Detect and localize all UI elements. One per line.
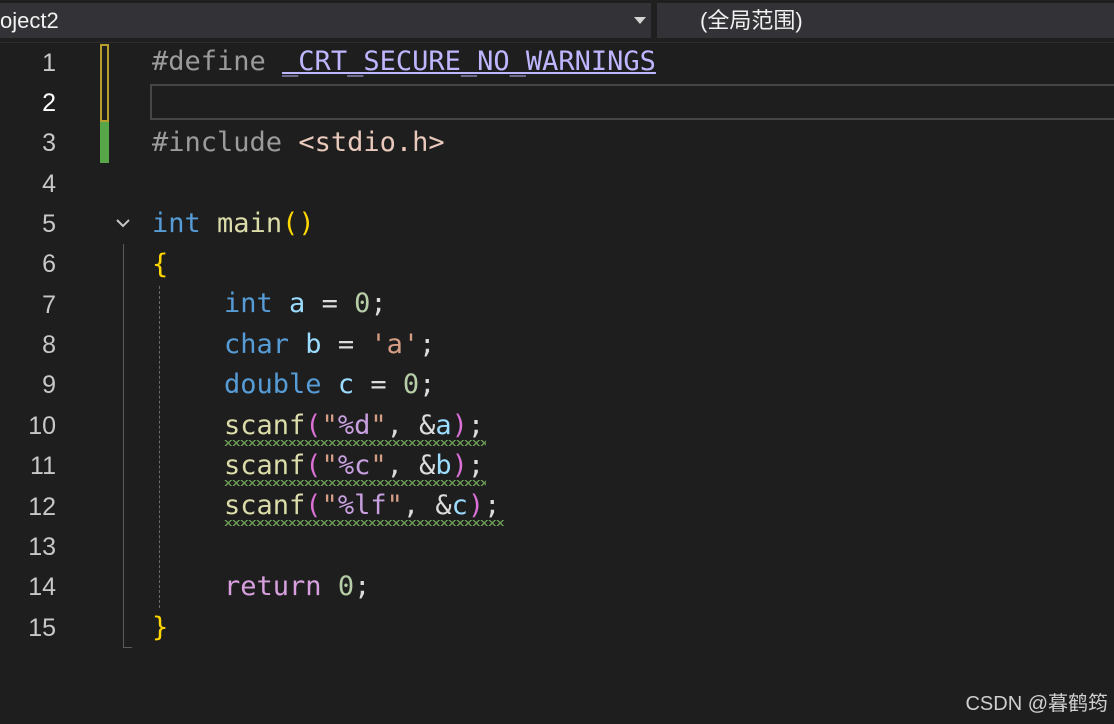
function-call: scanf bbox=[224, 450, 306, 481]
code-line-7[interactable]: int a = 0; bbox=[224, 284, 387, 324]
line-number: 9 bbox=[42, 371, 56, 399]
keyword: int bbox=[152, 208, 201, 239]
variable: c bbox=[337, 369, 355, 400]
navigation-bar: oject2 (全局范围) bbox=[0, 0, 1114, 43]
line-number: 12 bbox=[28, 493, 56, 521]
code-line-5[interactable]: int main() bbox=[152, 204, 315, 244]
number-literal: 0 bbox=[354, 288, 371, 319]
line-number: 10 bbox=[28, 412, 56, 440]
line-number: 4 bbox=[42, 170, 56, 198]
line-number: 11 bbox=[30, 452, 56, 480]
keyword: double bbox=[224, 369, 322, 400]
format-specifier: %lf bbox=[337, 490, 387, 521]
outline-guide bbox=[123, 244, 124, 648]
function-name: main bbox=[217, 208, 283, 239]
collapse-chevron-icon[interactable] bbox=[114, 214, 132, 232]
operator: = bbox=[321, 329, 371, 360]
operator: = bbox=[354, 369, 403, 400]
format-specifier: %c bbox=[337, 450, 371, 481]
string-quote: " bbox=[321, 490, 338, 521]
semicolon: ; bbox=[467, 450, 485, 481]
line-number: 15 bbox=[28, 614, 56, 642]
variable: a bbox=[435, 410, 452, 441]
line-number: 1 bbox=[42, 49, 56, 77]
macro-name: _CRT_SECURE_NO_WARNINGS bbox=[282, 46, 656, 77]
string-quote: " bbox=[321, 450, 338, 481]
project-dropdown[interactable]: oject2 bbox=[0, 3, 651, 38]
line-number: 8 bbox=[42, 331, 56, 359]
open-paren: ( bbox=[305, 410, 322, 441]
function-call: scanf bbox=[224, 410, 306, 441]
argument-separator: , & bbox=[386, 410, 436, 441]
code-line-6[interactable]: { bbox=[152, 245, 168, 285]
string-quote: " bbox=[370, 410, 387, 441]
close-paren: ) bbox=[467, 490, 485, 521]
code-line-15[interactable]: } bbox=[152, 608, 168, 648]
line-number: 13 bbox=[28, 533, 56, 561]
semicolon: ; bbox=[419, 369, 436, 400]
string-quote: " bbox=[321, 410, 338, 441]
function-call: scanf bbox=[224, 490, 306, 521]
indent-guide bbox=[159, 286, 160, 608]
format-specifier: %d bbox=[337, 410, 371, 441]
open-brace: { bbox=[152, 249, 169, 280]
line-number: 5 bbox=[42, 210, 56, 238]
string-quote: " bbox=[386, 490, 403, 521]
scope-dropdown[interactable]: (全局范围) bbox=[657, 3, 1114, 38]
chevron-down-icon[interactable] bbox=[634, 17, 646, 24]
scope-dropdown-label: (全局范围) bbox=[700, 8, 803, 33]
variable: c bbox=[451, 490, 468, 521]
keyword: int bbox=[224, 288, 273, 319]
close-paren: ) bbox=[451, 410, 468, 441]
parentheses: () bbox=[282, 208, 315, 239]
preprocessor-directive: #include bbox=[152, 127, 299, 158]
open-paren: ( bbox=[305, 450, 322, 481]
code-line-3[interactable]: #include <stdio.h> bbox=[152, 123, 445, 163]
code-line-1[interactable]: #define _CRT_SECURE_NO_WARNINGS bbox=[152, 42, 656, 82]
line-number: 14 bbox=[28, 573, 56, 601]
variable: a bbox=[289, 288, 306, 319]
semicolon: ; bbox=[370, 288, 387, 319]
project-dropdown-label: oject2 bbox=[0, 8, 59, 33]
line-number: 7 bbox=[42, 291, 56, 319]
line-number-current: 2 bbox=[42, 89, 56, 117]
code-line-14[interactable]: return 0; bbox=[224, 567, 370, 607]
current-line-highlight bbox=[150, 84, 1114, 120]
semicolon: ; bbox=[467, 410, 485, 441]
operator: = bbox=[305, 288, 355, 319]
semicolon: ; bbox=[419, 329, 436, 360]
code-line-9[interactable]: double c = 0; bbox=[224, 365, 435, 405]
char-literal: 'a' bbox=[370, 329, 420, 360]
keyword-return: return bbox=[224, 571, 322, 602]
semicolon: ; bbox=[484, 490, 501, 521]
code-line-8[interactable]: char b = 'a'; bbox=[224, 325, 435, 365]
warning-squiggle[interactable] bbox=[224, 520, 504, 526]
variable: b bbox=[435, 450, 452, 481]
preprocessor-directive: #define bbox=[152, 46, 283, 77]
number-literal: 0 bbox=[402, 369, 420, 400]
semicolon: ; bbox=[354, 571, 371, 602]
watermark: CSDN @暮鹤筠 bbox=[965, 693, 1108, 715]
number-literal: 0 bbox=[337, 571, 355, 602]
argument-separator: , & bbox=[402, 490, 452, 521]
include-header: <stdio.h> bbox=[298, 127, 445, 158]
line-number: 6 bbox=[42, 250, 56, 278]
change-marker-saved bbox=[100, 122, 109, 163]
open-paren: ( bbox=[305, 490, 322, 521]
keyword: char bbox=[224, 329, 290, 360]
close-paren: ) bbox=[451, 450, 468, 481]
string-quote: " bbox=[370, 450, 387, 481]
line-number: 3 bbox=[42, 129, 56, 157]
change-marker-unsaved bbox=[100, 44, 109, 122]
argument-separator: , & bbox=[386, 450, 436, 481]
outline-guide-end bbox=[123, 647, 132, 648]
close-brace: } bbox=[152, 612, 169, 643]
variable: b bbox=[305, 329, 322, 360]
